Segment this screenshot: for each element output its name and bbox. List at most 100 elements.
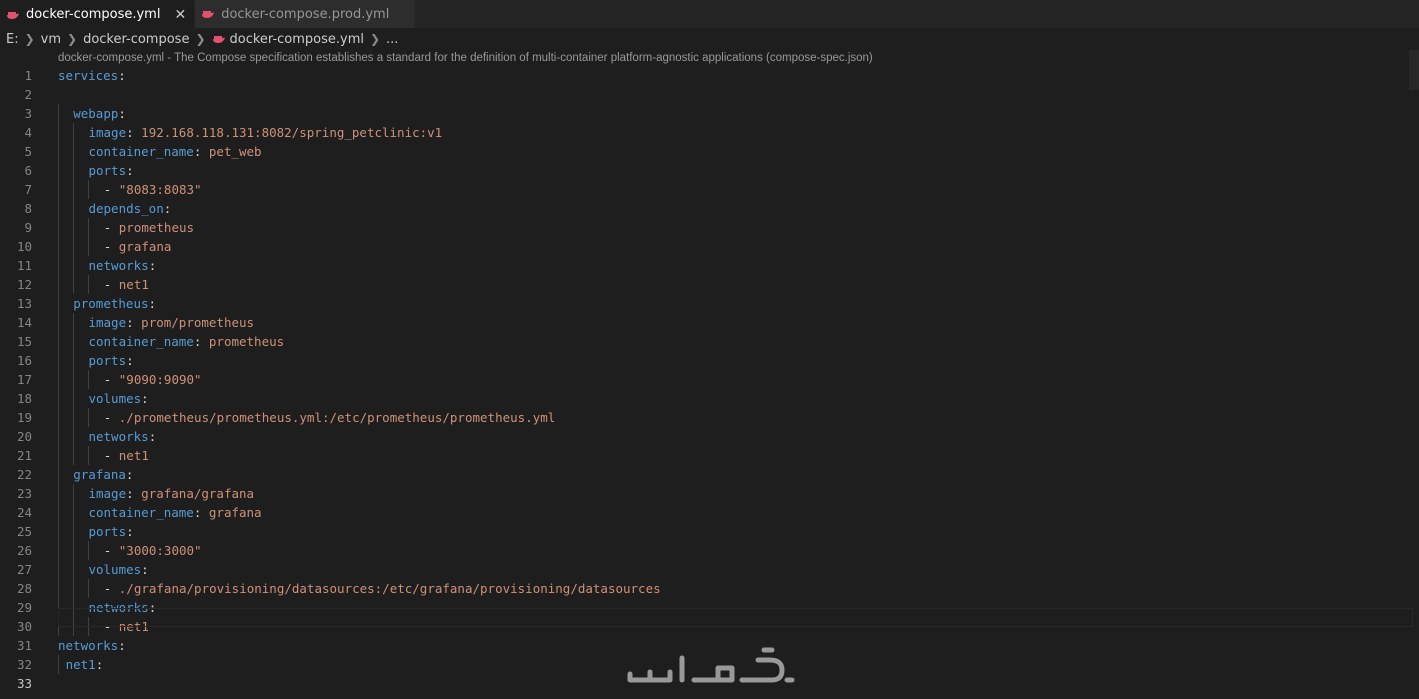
- yaml-punctuation: -: [103, 448, 119, 463]
- code-text: - net1: [104, 275, 149, 294]
- code-line[interactable]: 3 webapp:: [0, 104, 1419, 123]
- indent-guide: [73, 446, 75, 465]
- indent-guide: [73, 199, 75, 218]
- yaml-value: pet_web: [208, 144, 262, 159]
- yaml-punctuation: -: [103, 410, 119, 425]
- code-line[interactable]: 13 prometheus:: [0, 294, 1419, 313]
- indent-guide: [58, 142, 59, 161]
- line-number: 6: [24, 163, 32, 178]
- line-number: 2: [24, 87, 32, 102]
- yaml-key: volumes: [88, 391, 142, 406]
- yaml-value: prometheus: [208, 334, 285, 349]
- code-text: - grafana: [104, 237, 172, 256]
- code-line[interactable]: 23 image: grafana/grafana: [0, 484, 1419, 503]
- code-line[interactable]: 16 ports:: [0, 351, 1419, 370]
- code-text: ports:: [88, 522, 133, 541]
- yaml-punctuation: :: [126, 125, 142, 140]
- line-number: 3: [24, 106, 32, 121]
- line-number: 23: [16, 486, 32, 501]
- code-text: - prometheus: [104, 218, 194, 237]
- indent-guide: [58, 180, 59, 199]
- line-number: 20: [16, 429, 32, 444]
- code-line[interactable]: 17 - "9090:9090": [0, 370, 1419, 389]
- yaml-key: ports: [88, 163, 127, 178]
- indent-guide: [58, 313, 59, 332]
- code-line[interactable]: 8 depends_on:: [0, 199, 1419, 218]
- schema-codelens[interactable]: docker-compose.yml - The Compose specifi…: [58, 52, 873, 64]
- code-line[interactable]: 10 - grafana: [0, 237, 1419, 256]
- breadcrumb-item-docker-compose[interactable]: docker-compose: [83, 32, 189, 47]
- breadcrumb-item-file[interactable]: docker-compose.yml: [230, 32, 364, 47]
- code-line[interactable]: 19 - ./prometheus/prometheus.yml:/etc/pro…: [0, 408, 1419, 427]
- indent-guide: [58, 123, 59, 142]
- code-line[interactable]: 11 networks:: [0, 256, 1419, 275]
- line-number: 19: [16, 410, 32, 425]
- tab-docker-compose-yml[interactable]: docker-compose.yml ✕: [0, 0, 196, 28]
- indent-guide: [58, 560, 59, 579]
- yaml-value: "8083:8083": [118, 182, 202, 197]
- code-line[interactable]: 26 - "3000:3000": [0, 541, 1419, 560]
- indent-guide: [73, 579, 75, 598]
- indent-guide: [58, 199, 59, 218]
- code-line[interactable]: 22 grafana:: [0, 465, 1419, 484]
- yaml-key: container_name: [88, 505, 194, 520]
- yaml-punctuation: -: [103, 239, 119, 254]
- code-line[interactable]: 27 volumes:: [0, 560, 1419, 579]
- code-line[interactable]: 14 image: prom/prometheus: [0, 313, 1419, 332]
- code-line[interactable]: 2: [0, 85, 1419, 104]
- yaml-punctuation: -: [103, 543, 119, 558]
- code-line[interactable]: 7 - "8083:8083": [0, 180, 1419, 199]
- close-icon[interactable]: ✕: [174, 8, 186, 22]
- code-line[interactable]: 24 container_name: grafana: [0, 503, 1419, 522]
- tab-bar: docker-compose.yml ✕ docker-compose.prod…: [0, 0, 1419, 28]
- code-line[interactable]: 4 image: 192.168.118.131:8082/spring_petc…: [0, 123, 1419, 142]
- yaml-key: container_name: [88, 334, 194, 349]
- yaml-punctuation: :: [141, 562, 149, 577]
- breadcrumb-item-vm[interactable]: vm: [41, 32, 61, 47]
- yaml-punctuation: :: [126, 315, 142, 330]
- breadcrumb-item-drive[interactable]: E:: [6, 32, 19, 47]
- yaml-punctuation: :: [141, 391, 149, 406]
- yaml-punctuation: :: [118, 106, 126, 121]
- code-editor[interactable]: 1 services: 2 3 webapp: 4 image: 192.168.118.1…: [0, 66, 1419, 699]
- code-line[interactable]: 12 - net1: [0, 275, 1419, 294]
- indent-guide: [88, 446, 90, 465]
- indent-guide: [58, 351, 59, 370]
- vertical-scrollbar[interactable]: [1409, 50, 1419, 90]
- indent-guide: [73, 275, 75, 294]
- code-line[interactable]: 9 - prometheus: [0, 218, 1419, 237]
- tab-docker-compose-prod-yml[interactable]: docker-compose.prod.yml: [195, 0, 417, 28]
- yaml-value: net1: [118, 448, 149, 463]
- indent-guide: [58, 427, 59, 446]
- line-number: 16: [16, 353, 32, 368]
- line-number: 25: [16, 524, 32, 539]
- indent-guide: [58, 503, 59, 522]
- yaml-value: net1: [118, 277, 149, 292]
- indent-guide: [58, 579, 59, 598]
- watermark-logo: [627, 647, 795, 683]
- code-text: volumes:: [88, 389, 148, 408]
- indent-guide: [58, 256, 59, 275]
- indent-guide: [58, 655, 59, 674]
- yaml-value: grafana: [118, 239, 172, 254]
- code-line[interactable]: 28 - ./grafana/provisioning/datasources:/…: [0, 579, 1419, 598]
- code-line[interactable]: 1 services:: [0, 66, 1419, 85]
- code-line[interactable]: 25 ports:: [0, 522, 1419, 541]
- code-line[interactable]: 5 container_name: pet_web: [0, 142, 1419, 161]
- yaml-key: container_name: [88, 144, 194, 159]
- code-line[interactable]: 6 ports:: [0, 161, 1419, 180]
- indent-guide: [73, 256, 75, 275]
- code-text: container_name: grafana: [88, 503, 261, 522]
- code-line[interactable]: 21 - net1: [0, 446, 1419, 465]
- indent-guide: [58, 484, 59, 503]
- code-line[interactable]: 20 networks:: [0, 427, 1419, 446]
- code-line[interactable]: 18 volumes:: [0, 389, 1419, 408]
- line-number: 1: [24, 68, 32, 83]
- yaml-punctuation: :: [148, 258, 157, 273]
- breadcrumb-item-symbols[interactable]: ...: [386, 32, 398, 47]
- code-text: - net1: [104, 446, 149, 465]
- yaml-punctuation: -: [103, 372, 119, 387]
- code-line[interactable]: 15 container_name: prometheus: [0, 332, 1419, 351]
- code-text: ports:: [88, 351, 133, 370]
- chevron-right-icon: ❯: [24, 32, 35, 46]
